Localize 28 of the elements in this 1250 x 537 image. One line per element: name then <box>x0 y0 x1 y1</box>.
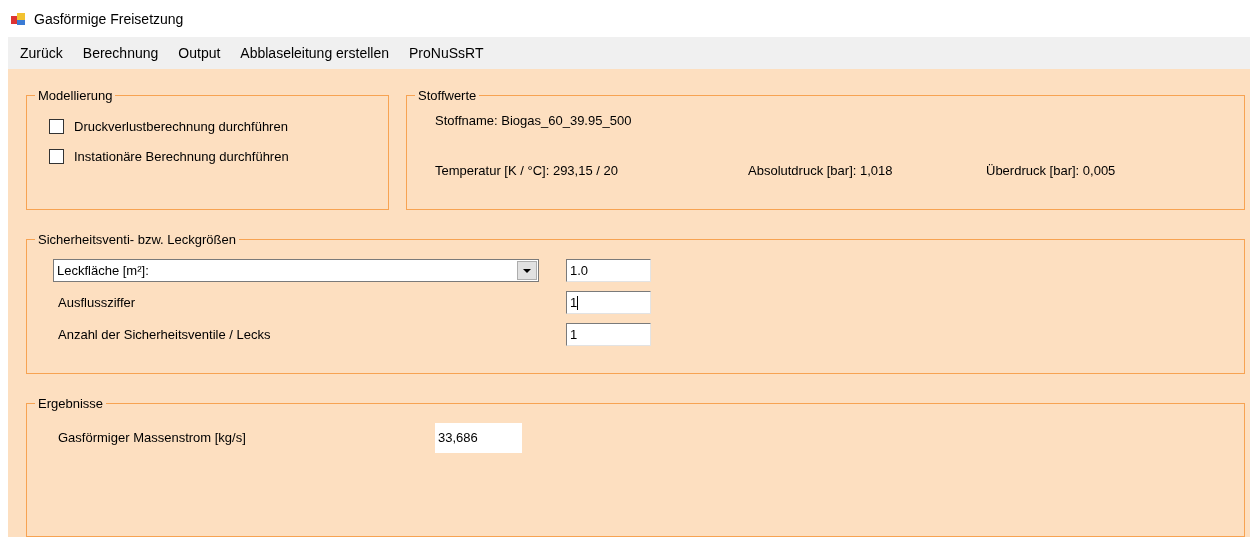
menu-item[interactable]: Zurück <box>12 45 75 61</box>
menu-item[interactable]: Abblaseleitung erstellen <box>232 45 401 61</box>
checkbox-label: Druckverlustberechnung durchführen <box>74 119 288 134</box>
group-title: Stoffwerte <box>417 88 478 103</box>
caret-icon <box>523 268 531 273</box>
overpressure-text: Überdruck [bar]: 0,005 <box>986 163 1116 178</box>
temperature-text: Temperatur [K / °C]: 293,15 / 20 <box>435 163 618 178</box>
input-field[interactable]: 1 <box>566 323 651 346</box>
window-title: Gasförmige Freisetzung <box>34 10 184 27</box>
input-field[interactable]: 1 <box>566 291 651 314</box>
dropdown[interactable]: Leckfläche [m²]: <box>53 259 539 282</box>
app-icon <box>10 10 26 27</box>
group-title: Modellierung <box>37 88 114 103</box>
field-label: Ausflussziffer <box>58 295 136 310</box>
input-field[interactable]: 1.0 <box>566 259 651 282</box>
checkbox[interactable] <box>49 119 64 134</box>
group-title: Ergebnisse <box>37 395 105 411</box>
checkbox[interactable] <box>49 149 64 164</box>
substance-name: Stoffname: Biogas_60_39.95_500 <box>435 113 632 128</box>
checkbox-label: Instationäre Berechnung durchführen <box>74 149 289 164</box>
result-field[interactable]: 33,686 <box>435 422 522 453</box>
menu-item[interactable]: ProNuSsRT <box>401 45 496 61</box>
field-label: Anzahl der Sicherheitsventile / Lecks <box>58 327 271 342</box>
group-title: Sicherheitsventi- bzw. Leckgrößen <box>37 232 237 247</box>
field-label: Gasförmiger Massenstrom [kg/s] <box>58 430 246 445</box>
menu-item[interactable]: Output <box>170 45 233 61</box>
menu-item[interactable]: Berechnung <box>74 45 171 61</box>
absolute-pressure-text: Absolutdruck [bar]: 1,018 <box>748 163 893 178</box>
